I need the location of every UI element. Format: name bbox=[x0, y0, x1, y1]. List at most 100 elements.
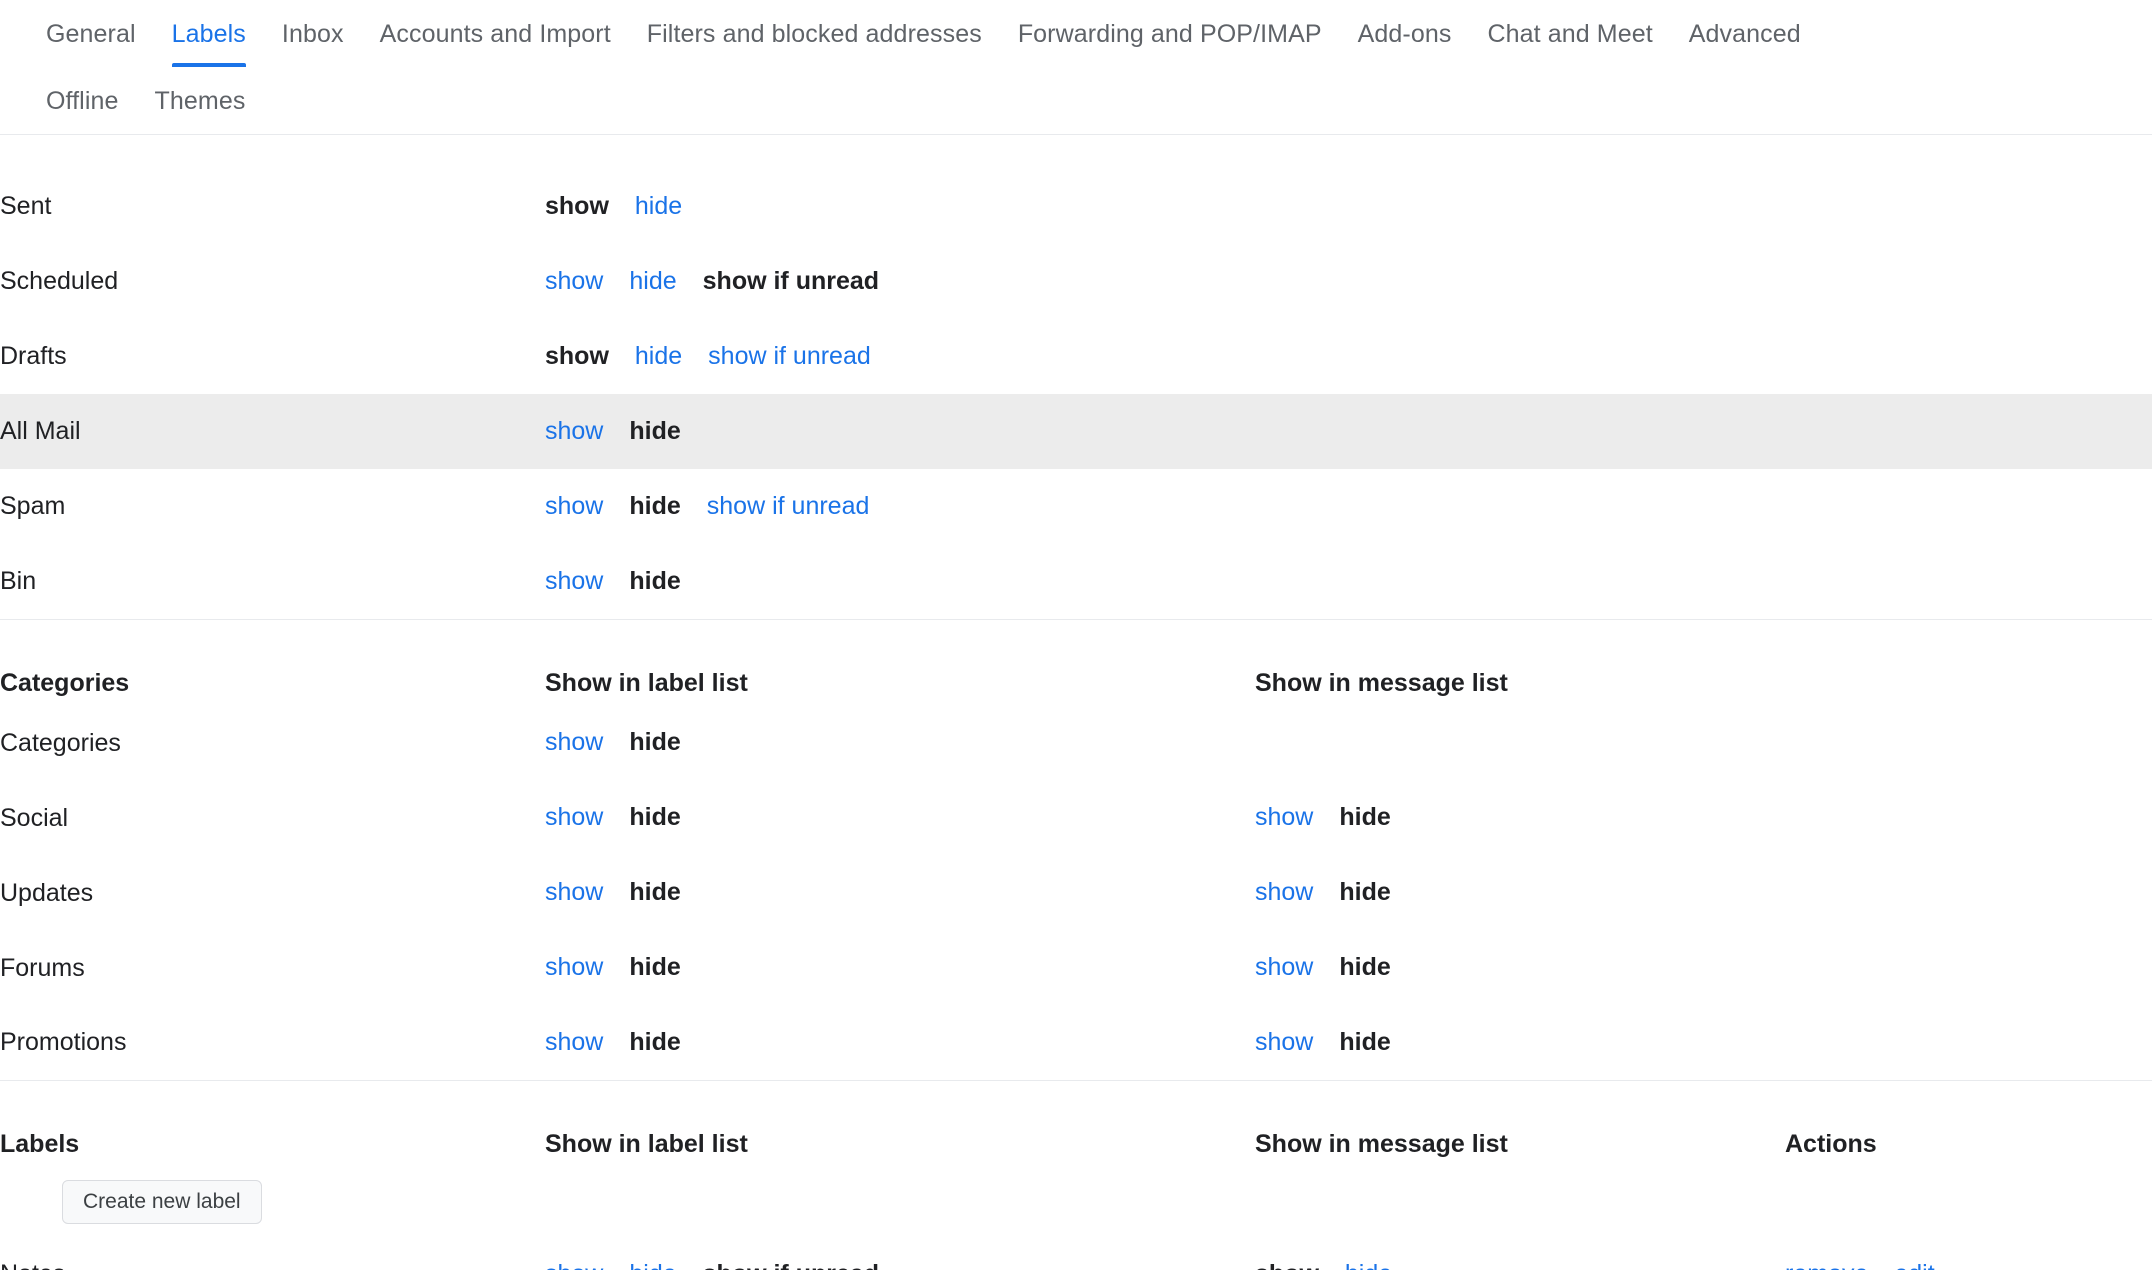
table-row[interactable]: Forums show hide show hide bbox=[0, 931, 2152, 1006]
row-action-edit[interactable]: edit bbox=[1894, 1260, 1934, 1270]
label-list-action-hide[interactable]: hide bbox=[635, 192, 682, 221]
label-list-action-show-if-unread[interactable]: show if unread bbox=[708, 342, 871, 371]
label-list-action-hide[interactable]: hide bbox=[629, 1260, 676, 1270]
label-list-action-hide: hide bbox=[629, 491, 681, 520]
tab-offline[interactable]: Offline bbox=[28, 67, 137, 134]
categories-col-label-list: Show in label list bbox=[545, 668, 748, 697]
tab-chat-and-meet[interactable]: Chat and Meet bbox=[1469, 0, 1670, 67]
categories-col-empty bbox=[1785, 620, 2152, 706]
table-row[interactable]: Updates show hide show hide bbox=[0, 856, 2152, 931]
create-label-spacer-3 bbox=[1785, 1167, 2152, 1237]
settings-tab-row-secondary: Offline Themes bbox=[28, 67, 2124, 134]
row-action-cell bbox=[1785, 244, 2152, 319]
label-list-action-show[interactable]: show bbox=[545, 804, 603, 832]
table-row[interactable]: Social show hide show hide bbox=[0, 781, 2152, 856]
create-label-row: Create new label bbox=[0, 1167, 2152, 1237]
label-list-action-show[interactable]: show bbox=[545, 879, 603, 907]
tab-themes[interactable]: Themes bbox=[137, 67, 264, 134]
table-row[interactable]: Bin show hide bbox=[0, 544, 2152, 619]
label-list-action-group: show hide bbox=[545, 567, 1245, 596]
top-spacer bbox=[0, 135, 2152, 169]
message-list-action-hide: hide bbox=[1339, 878, 1391, 907]
label-list-action-cell: show hide bbox=[545, 1006, 1245, 1081]
message-list-action-show: show bbox=[1255, 1260, 1319, 1270]
table-row[interactable]: Sent show hide bbox=[0, 169, 2152, 244]
table-row[interactable]: Promotions show hide show hide bbox=[0, 1006, 2152, 1081]
label-list-action-show-if-unread: show if unread bbox=[702, 266, 880, 295]
create-new-label-button[interactable]: Create new label bbox=[62, 1180, 262, 1224]
row-action-cell bbox=[1785, 469, 2152, 544]
user-label-name: Notes bbox=[0, 1237, 545, 1270]
message-list-action-hide[interactable]: hide bbox=[1345, 1260, 1392, 1270]
categories-col-message-list: Show in message list bbox=[1255, 668, 1508, 697]
label-list-action-hide[interactable]: hide bbox=[629, 267, 676, 296]
label-list-action-show[interactable]: show bbox=[545, 954, 603, 982]
label-name: Spam bbox=[0, 492, 66, 520]
table-row[interactable]: All Mail show hide bbox=[0, 394, 2152, 469]
row-action-cell bbox=[1785, 169, 2152, 244]
row-action-cell bbox=[1785, 706, 2152, 781]
label-list-action-cell: show hide bbox=[545, 781, 1245, 856]
table-row[interactable]: Categories show hide bbox=[0, 706, 2152, 781]
message-list-action-hide: hide bbox=[1339, 803, 1391, 832]
label-list-action-show[interactable]: show bbox=[545, 417, 603, 446]
label-list-action-hide[interactable]: hide bbox=[635, 342, 682, 371]
tab-advanced[interactable]: Advanced bbox=[1671, 0, 1819, 67]
tab-add-ons[interactable]: Add-ons bbox=[1340, 0, 1470, 67]
settings-tab-row-primary: General Labels Inbox Accounts and Import Fil… bbox=[28, 0, 2124, 67]
tab-labels[interactable]: Labels bbox=[154, 0, 264, 67]
message-list-action-hide: hide bbox=[1339, 953, 1391, 982]
category-name: Updates bbox=[0, 878, 94, 907]
gmail-settings-labels-page: General Labels Inbox Accounts and Import Fil… bbox=[0, 0, 2152, 1270]
create-label-spacer-2 bbox=[1245, 1167, 1785, 1237]
label-list-action-show[interactable]: show bbox=[545, 1028, 603, 1057]
table-row[interactable]: Spam show hide show if unread bbox=[0, 469, 2152, 544]
tab-accounts-and-import[interactable]: Accounts and Import bbox=[362, 0, 629, 67]
message-list-action-show[interactable]: show bbox=[1255, 804, 1313, 832]
label-list-action-group: show hide show if unread bbox=[545, 342, 1245, 371]
message-list-action-show[interactable]: show bbox=[1255, 879, 1313, 907]
label-list-action-show[interactable]: show bbox=[545, 567, 603, 596]
tab-general[interactable]: General bbox=[28, 0, 154, 67]
label-list-action-group: show hide bbox=[545, 954, 1245, 982]
message-list-action-show[interactable]: show bbox=[1255, 954, 1313, 982]
row-action-cell bbox=[1785, 781, 2152, 856]
labels-col-actions: Actions bbox=[1785, 1130, 1877, 1158]
label-list-action-group: show hide bbox=[545, 1028, 1245, 1057]
message-list-action-cell bbox=[1245, 544, 1785, 619]
row-action-group: remove edit bbox=[1785, 1260, 2152, 1270]
label-list-action-show-if-unread[interactable]: show if unread bbox=[707, 492, 870, 521]
labels-section-header: Labels Show in label list Show in message … bbox=[0, 1081, 2152, 1167]
label-name: All Mail bbox=[0, 417, 81, 445]
label-list-action-hide: hide bbox=[629, 1028, 681, 1056]
label-list-action-cell: show hide bbox=[545, 544, 1245, 619]
message-list-action-hide: hide bbox=[1339, 1028, 1391, 1056]
label-list-action-cell: show hide show if unread bbox=[545, 319, 1245, 394]
tab-inbox[interactable]: Inbox bbox=[264, 0, 362, 67]
row-action-cell: remove edit bbox=[1785, 1237, 2152, 1270]
table-row[interactable]: Scheduled show hide show if unread bbox=[0, 244, 2152, 319]
settings-tab-bar: General Labels Inbox Accounts and Import Fil… bbox=[0, 0, 2152, 135]
label-list-action-show[interactable]: show bbox=[545, 1260, 603, 1270]
label-list-action-group: show hide bbox=[545, 804, 1245, 832]
label-list-action-show[interactable]: show bbox=[545, 492, 603, 521]
tab-filters-and-blocked-addresses[interactable]: Filters and blocked addresses bbox=[629, 0, 1000, 67]
message-list-action-show[interactable]: show bbox=[1255, 1028, 1313, 1057]
label-name: Drafts bbox=[0, 342, 67, 370]
label-list-action-group: show hide show if unread bbox=[545, 1260, 1245, 1270]
table-row[interactable]: Notesshowhideshow if unreadshowhideremov… bbox=[0, 1237, 2152, 1270]
label-list-action-show[interactable]: show bbox=[545, 267, 603, 296]
row-action-remove[interactable]: remove bbox=[1785, 1260, 1868, 1270]
label-list-action-cell: show hide bbox=[545, 931, 1245, 1006]
label-name: Bin bbox=[0, 566, 37, 595]
label-list-action-show[interactable]: show bbox=[545, 729, 603, 757]
label-list-action-group: show hide show if unread bbox=[545, 266, 1245, 296]
create-label-spacer-1 bbox=[545, 1167, 1245, 1237]
message-list-action-cell: show hide bbox=[1245, 856, 1785, 931]
label-list-action-group: show hide bbox=[545, 417, 1245, 446]
table-row[interactable]: Drafts show hide show if unread bbox=[0, 319, 2152, 394]
message-list-action-cell bbox=[1245, 706, 1785, 781]
message-list-action-cell: show hide bbox=[1245, 781, 1785, 856]
label-list-action-group: show hide bbox=[545, 729, 1245, 757]
tab-forwarding-and-pop-imap[interactable]: Forwarding and POP/IMAP bbox=[1000, 0, 1340, 67]
